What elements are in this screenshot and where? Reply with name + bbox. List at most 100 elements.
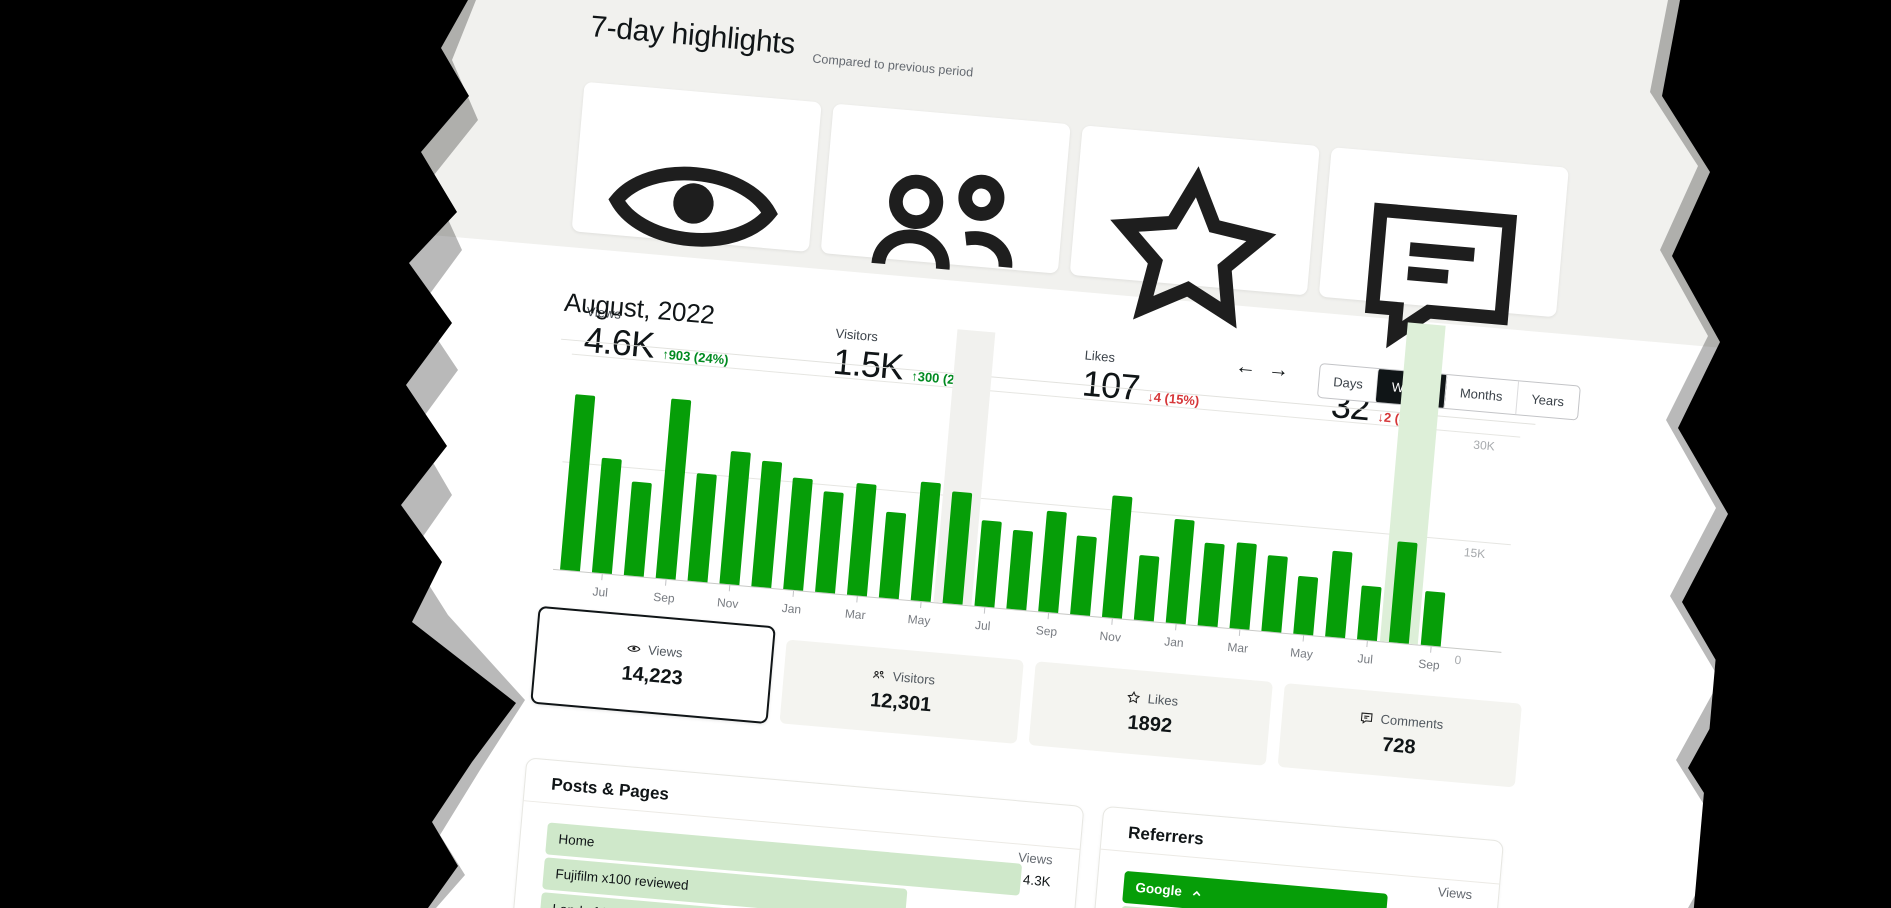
period-tab-days[interactable]: Days — [1318, 364, 1378, 402]
list-item-label-text: Home — [557, 823, 596, 858]
prev-period-arrow-icon[interactable]: ← — [1234, 354, 1257, 382]
chart-x-label: Jul — [1343, 650, 1388, 668]
chart-bar[interactable] — [624, 481, 652, 576]
chart-bar[interactable] — [1166, 519, 1195, 624]
summary-tab-visitors[interactable]: Visitors12,301 — [779, 640, 1023, 744]
chart-x-tick — [1430, 647, 1432, 653]
chart-bar[interactable] — [1198, 543, 1225, 627]
eye-icon — [588, 102, 798, 312]
referrers-title: Referrers — [1127, 823, 1204, 850]
comment-icon — [1358, 709, 1374, 725]
chart-x-tick — [1175, 624, 1177, 630]
chart-bar[interactable] — [879, 512, 906, 599]
chart-bar[interactable] — [719, 451, 751, 585]
chart-x-tick — [984, 608, 986, 614]
eye-icon — [626, 640, 642, 656]
list-item-label-text: Google — [1134, 872, 1183, 908]
summary-tab-value: 14,223 — [621, 662, 684, 690]
list-item-label: Google — [1134, 872, 1204, 908]
chart-x-label: Nov — [1088, 628, 1133, 646]
list-item-label: Home — [557, 823, 596, 858]
chart-x-label: Nov — [705, 594, 750, 612]
chart-bar[interactable] — [1102, 495, 1133, 618]
chart-bar[interactable] — [688, 473, 717, 582]
chart-x-label: Jul — [960, 617, 1005, 635]
chart-x-tick — [1366, 641, 1368, 647]
chart-x-tick — [1048, 613, 1050, 619]
chart-x-tick — [665, 580, 667, 586]
chart-bar[interactable] — [751, 461, 782, 588]
summary-tab-comments[interactable]: Comments728 — [1278, 683, 1522, 787]
chart-x-tick — [793, 591, 795, 597]
chart-x-tick — [1111, 619, 1113, 625]
chart-x-label: Mar — [1215, 639, 1260, 657]
people-icon — [837, 123, 1047, 333]
next-period-arrow-icon[interactable]: → — [1267, 356, 1290, 384]
highlight-card-likes[interactable]: Likes107↓4 (15%) — [1070, 125, 1320, 295]
chart-y-label: 30K — [1473, 438, 1524, 456]
summary-tab-head: Likes — [1125, 689, 1178, 709]
period-tab-months[interactable]: Months — [1444, 375, 1518, 414]
highlight-card-comments[interactable]: Comments32↓2 (40%) — [1319, 147, 1569, 317]
chart-x-label: Jul — [578, 583, 623, 601]
dashboard-sheet: 7-day highlights Compared to previous pe… — [263, 0, 1773, 908]
chart-bar[interactable] — [1325, 551, 1352, 638]
list-item-views-value: 6.2K — [1441, 899, 1471, 908]
chart-bar[interactable] — [1070, 535, 1097, 615]
highlight-card-views[interactable]: Views4.6K↑903 (24%) — [572, 82, 822, 252]
summary-tab-head: Comments — [1358, 709, 1444, 731]
period-nav: ← → — [1234, 354, 1290, 385]
summary-tab-label: Comments — [1380, 711, 1444, 731]
list-item-views-value: 4.3K — [1022, 864, 1052, 898]
posts-pages-list: Home4.3KFujifilm x100 reviewed3.1KLand o… — [539, 822, 1052, 908]
chart-x-label: Sep — [1024, 622, 1069, 640]
chart-x-label: Mar — [833, 605, 878, 623]
chart-bar[interactable] — [1421, 591, 1446, 647]
chart-x-label: Jan — [1152, 633, 1197, 651]
stage: 7-day highlights Compared to previous pe… — [0, 0, 1891, 908]
chart-x-tick — [729, 585, 731, 591]
chart-bar[interactable] — [1229, 542, 1256, 629]
chart-x-tick — [856, 596, 858, 602]
chart-x-label: Sep — [641, 589, 686, 607]
summary-tab-label: Likes — [1147, 691, 1179, 709]
chart-bar[interactable] — [974, 520, 1001, 607]
summary-tab-likes[interactable]: Likes1892 — [1029, 661, 1273, 765]
chart-bar[interactable] — [1134, 555, 1160, 621]
chart-x-label: Sep — [1407, 656, 1452, 674]
chart-x-tick — [920, 602, 922, 608]
chart-x-tick — [1239, 630, 1241, 636]
summary-tab-label: Views — [648, 642, 684, 660]
chart-bar[interactable] — [783, 477, 813, 590]
highlight-card-visitors[interactable]: Visitors1.5K↑300 (25%) — [821, 104, 1071, 274]
summary-tab-views[interactable]: Views 14,223 — [530, 606, 776, 724]
chart-bar[interactable] — [592, 458, 622, 574]
chart-x-tick — [601, 574, 603, 580]
star-icon — [1125, 689, 1141, 705]
chart-bar[interactable] — [560, 394, 595, 571]
chart-x-tick — [1303, 635, 1305, 641]
chart-y-label: 15K — [1463, 545, 1514, 563]
summary-tab-head: Views — [626, 640, 684, 660]
chart-x-label: Jan — [769, 600, 814, 618]
chevron-up-icon — [1189, 886, 1203, 900]
chart-bar[interactable] — [1006, 530, 1033, 610]
chart-bar[interactable] — [847, 483, 877, 596]
star-icon — [1086, 145, 1296, 355]
chart-bar[interactable] — [1038, 511, 1067, 613]
chart-bar[interactable] — [815, 491, 844, 593]
chart-bar[interactable] — [1293, 576, 1318, 636]
chart-bar[interactable] — [656, 399, 692, 580]
list-item-views-value: 3.1K — [1019, 899, 1049, 908]
chart-x-label: May — [1279, 645, 1324, 663]
summary-tab-value: 728 — [1381, 733, 1416, 759]
chart-x-label: May — [896, 611, 941, 629]
period-tab-years[interactable]: Years — [1515, 381, 1579, 419]
summary-tab-value: 12,301 — [869, 689, 932, 717]
posts-pages-title: Posts & Pages — [550, 775, 669, 805]
summary-tab-head: Visitors — [870, 666, 935, 687]
chart-bar[interactable] — [1357, 585, 1382, 641]
highlights-section: 7-day highlights Compared to previous pe… — [378, 0, 1773, 7]
chart-bar[interactable] — [1261, 555, 1288, 632]
chart-y-label: 0 — [1454, 653, 1505, 671]
